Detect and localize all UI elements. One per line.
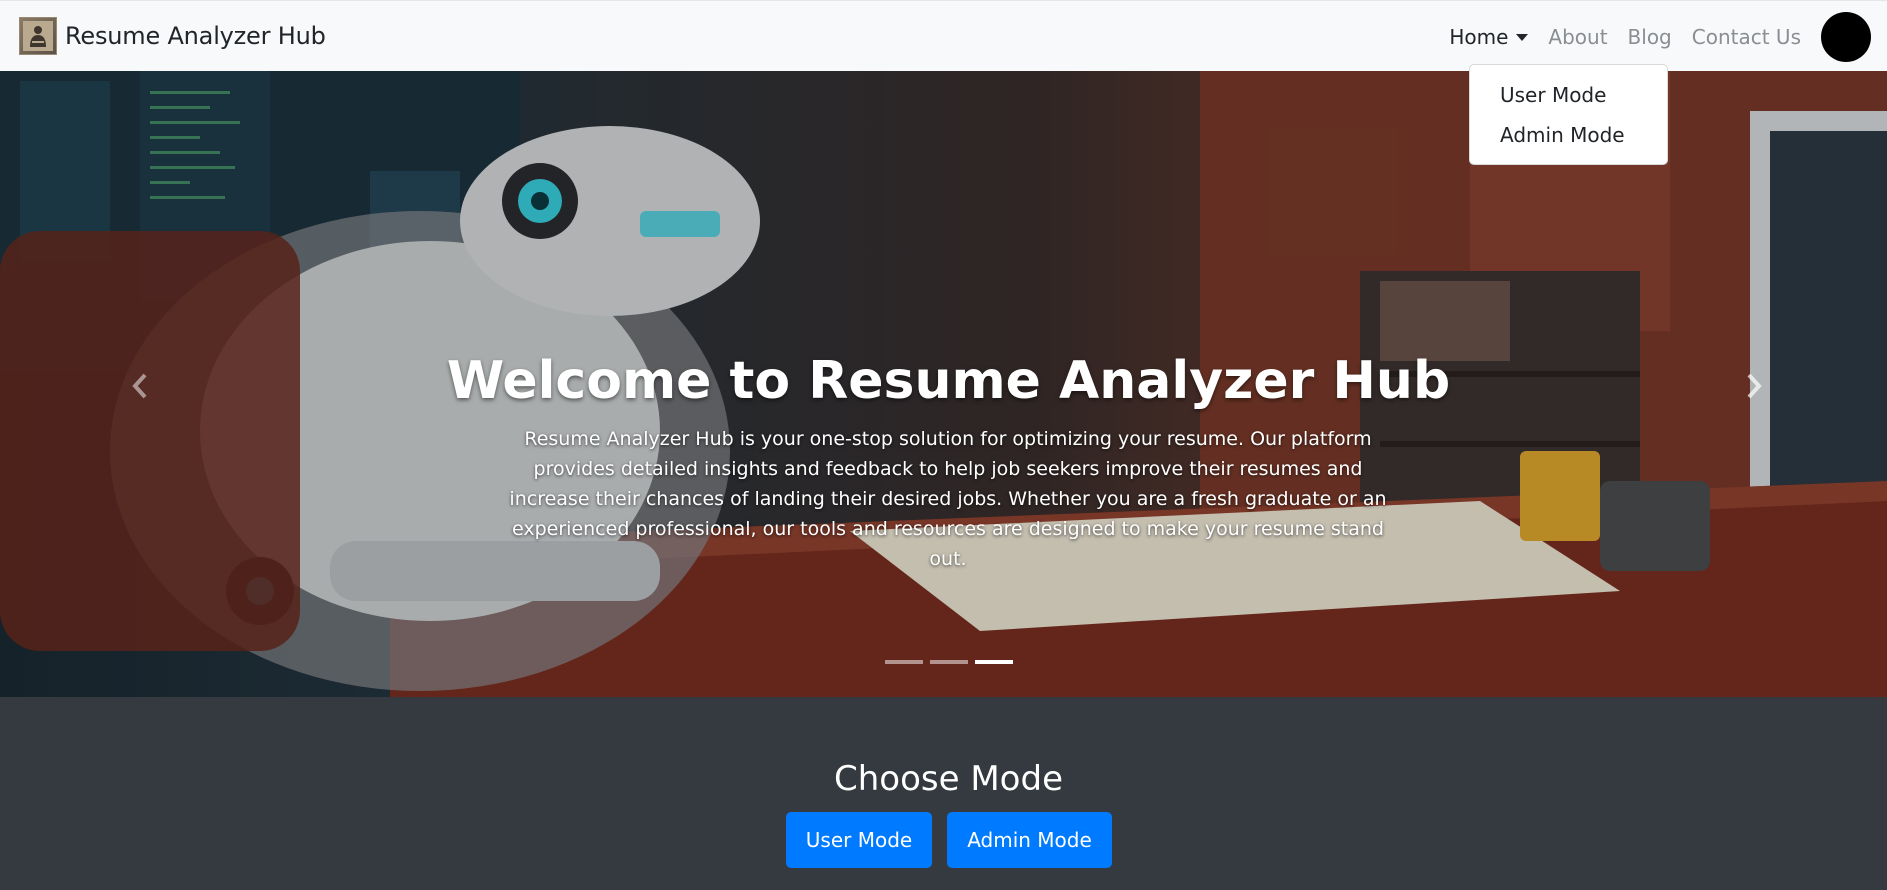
nav-contact[interactable]: Contact Us — [1692, 25, 1801, 49]
choose-mode-title: Choose Mode — [834, 759, 1063, 799]
home-dropdown-menu: User Mode Admin Mode — [1469, 64, 1668, 165]
nav-blog[interactable]: Blog — [1628, 25, 1672, 49]
caret-down-icon — [1516, 34, 1529, 41]
dropdown-item-admin-mode[interactable]: Admin Mode — [1470, 115, 1667, 155]
admin-mode-button[interactable]: Admin Mode — [947, 812, 1112, 868]
hero-title: Welcome to Resume Analyzer Hub — [446, 351, 1451, 411]
choose-mode-section: Choose Mode User Mode Admin Mode — [0, 697, 1887, 890]
navbar: Resume Analyzer Hub Home About Blog Cont… — [0, 0, 1887, 71]
logo-icon — [19, 17, 57, 55]
nav-about[interactable]: About — [1548, 25, 1607, 49]
nav-home-label: Home — [1449, 24, 1509, 49]
dropdown-item-user-mode[interactable]: User Mode — [1470, 75, 1667, 115]
hero-description: Resume Analyzer Hub is your one-stop sol… — [509, 428, 1387, 570]
brand-name: Resume Analyzer Hub — [65, 22, 326, 50]
carousel-indicators — [885, 660, 1020, 664]
avatar[interactable] — [1821, 11, 1871, 62]
brand[interactable]: Resume Analyzer Hub — [19, 17, 326, 55]
nav-links: Home About Blog Contact Us — [1449, 1, 1871, 72]
user-mode-button[interactable]: User Mode — [786, 812, 932, 868]
carousel-indicator-1[interactable] — [885, 660, 923, 664]
nav-home-dropdown[interactable]: Home — [1449, 24, 1529, 49]
carousel-indicator-3[interactable] — [975, 660, 1013, 664]
carousel-indicator-2[interactable] — [930, 660, 968, 664]
